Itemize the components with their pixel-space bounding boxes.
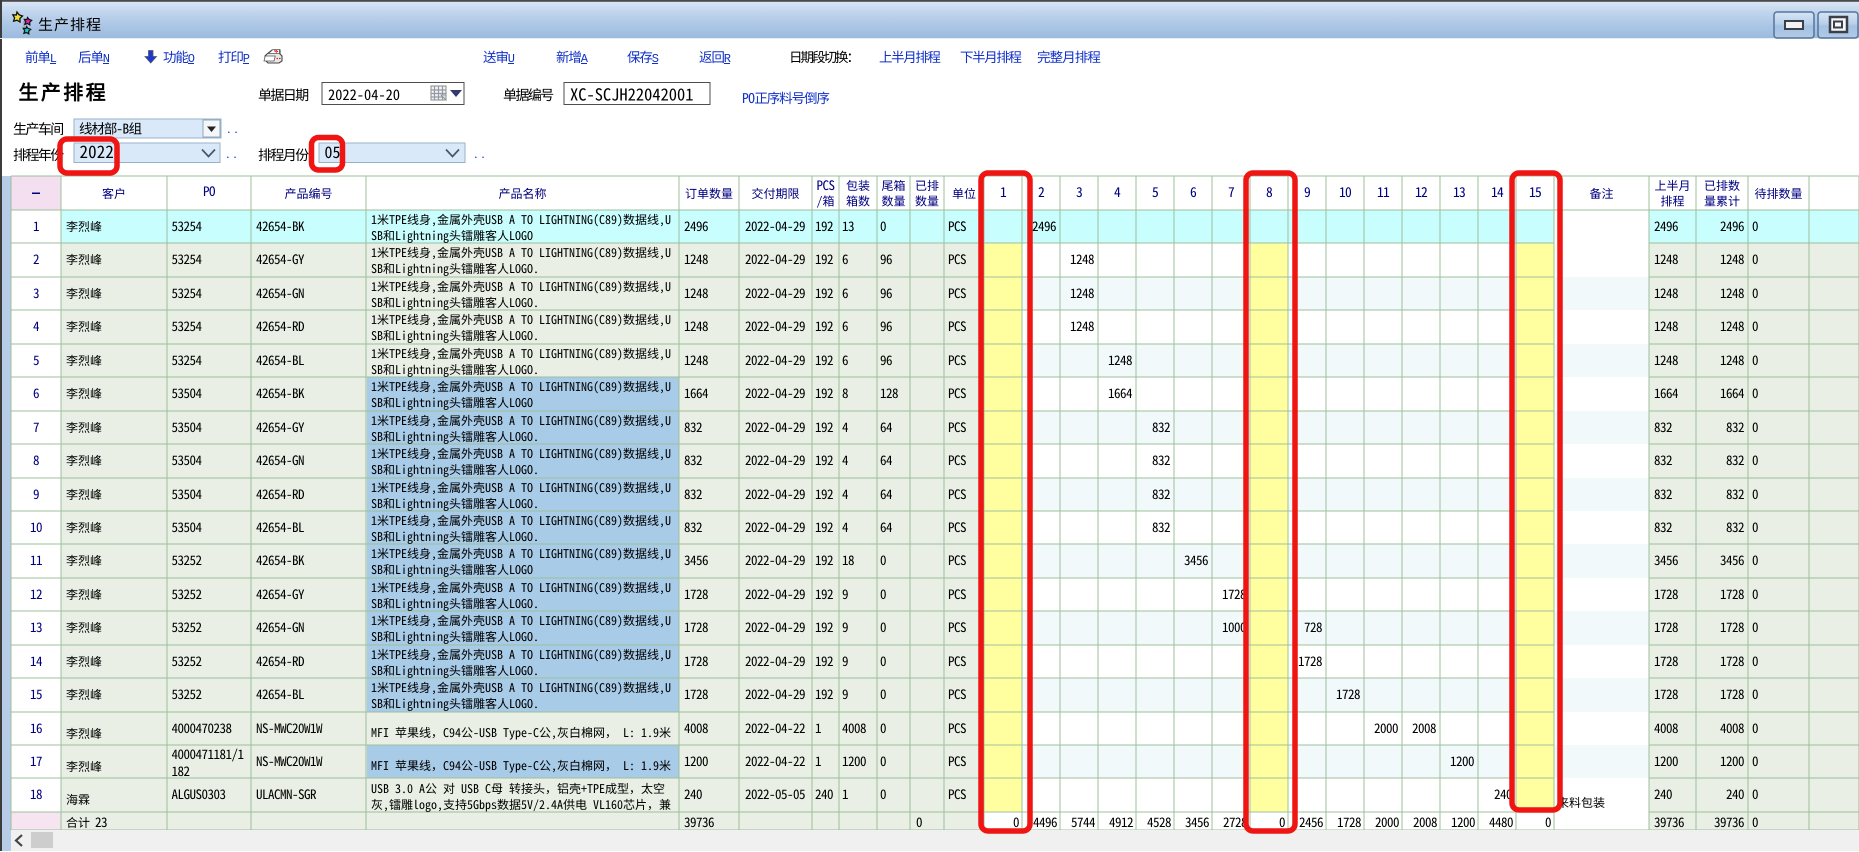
svg-text:L: L — [50, 52, 57, 66]
svg-text:R: R — [724, 52, 731, 66]
svg-text:S: S — [652, 52, 659, 66]
svg-text:U: U — [508, 52, 515, 66]
svg-text:. .: . . — [474, 146, 485, 161]
svg-text:P: P — [243, 52, 250, 66]
svg-text:A: A — [581, 52, 589, 66]
svg-text:. .: . . — [226, 146, 237, 161]
svg-text:. .: . . — [227, 121, 238, 136]
svg-text:N: N — [103, 52, 110, 66]
svg-text:O: O — [188, 52, 195, 66]
